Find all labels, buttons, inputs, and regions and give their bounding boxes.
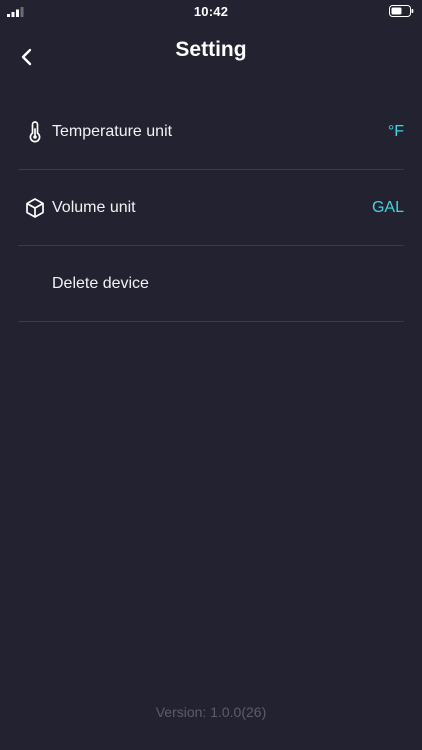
temperature-unit-label: Temperature unit: [52, 123, 173, 140]
app-version-text: Version: 1.0.0(26): [155, 704, 267, 720]
delete-device-row[interactable]: Delete device: [18, 246, 404, 322]
volume-unit-value: GAL: [371, 199, 404, 216]
settings-list: Temperature unit °F Volume unit GAL Dele…: [18, 94, 404, 322]
status-time: 10:42: [193, 4, 229, 19]
page-title: Setting: [175, 38, 247, 61]
battery-icon: [389, 5, 414, 17]
delete-device-label: Delete device: [52, 275, 149, 292]
thermometer-icon: [29, 121, 41, 143]
volume-unit-label: Volume unit: [52, 199, 136, 216]
temperature-unit-row[interactable]: Temperature unit °F: [18, 94, 404, 170]
volume-unit-row[interactable]: Volume unit GAL: [18, 170, 404, 246]
status-bar: 10:42: [0, 0, 422, 22]
cube-icon: [26, 198, 44, 218]
navigation-bar: Setting: [0, 22, 422, 84]
temperature-unit-value: °F: [387, 123, 404, 140]
